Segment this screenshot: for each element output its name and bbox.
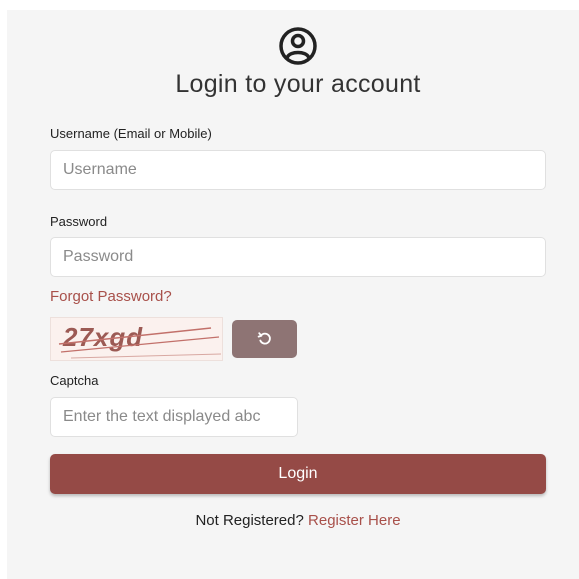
username-input[interactable] (50, 150, 546, 190)
login-button[interactable]: Login (50, 454, 546, 494)
captcha-image: 27xgd (50, 317, 223, 361)
captcha-refresh-button[interactable] (232, 320, 297, 358)
page-title: Login to your account (175, 70, 421, 98)
register-link[interactable]: Register Here (308, 512, 401, 529)
user-circle-icon (279, 27, 317, 65)
password-label: Password (50, 214, 108, 229)
register-row: Not Registered? Register Here (0, 512, 579, 529)
username-label: Username (Email or Mobile) (50, 126, 212, 141)
captcha-input[interactable] (50, 397, 298, 437)
forgot-password-link[interactable]: Forgot Password? (50, 288, 172, 305)
refresh-icon (257, 332, 271, 345)
captcha-label: Captcha (50, 373, 99, 388)
not-registered-text: Not Registered? (195, 512, 304, 529)
password-input[interactable] (50, 237, 546, 277)
captcha-noise (58, 327, 222, 359)
